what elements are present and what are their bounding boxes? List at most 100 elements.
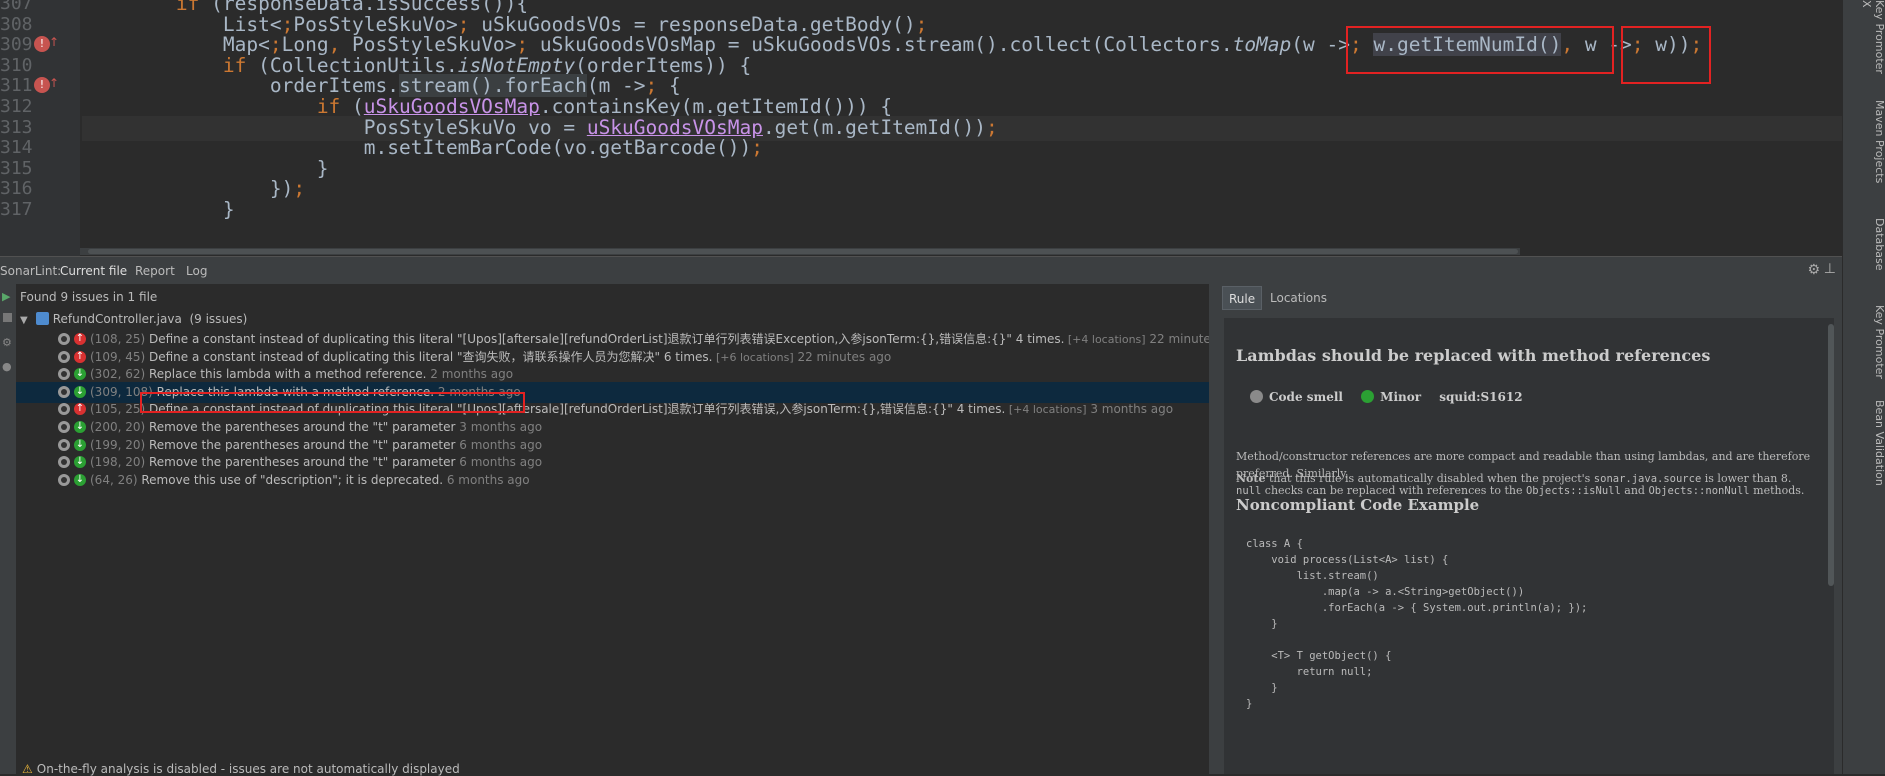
code-smell-icon — [58, 421, 70, 433]
issue-age: 2 months ago — [426, 367, 514, 382]
issue-message: Remove this use of "description"; it is … — [141, 472, 444, 487]
example-code-line: } — [1246, 618, 1278, 630]
rule-severity: Minor — [1380, 390, 1422, 404]
tab-database[interactable]: Database — [1843, 218, 1885, 288]
issue-message: Define a constant instead of duplicating… — [148, 349, 713, 364]
code-smell-icon — [58, 473, 70, 486]
code-editor[interactable]: 307308309310311312313314315316317!! if (… — [0, 0, 1842, 256]
rule-key: squid:S1612 — [1439, 390, 1523, 404]
filter-icon[interactable]: ● — [2, 360, 12, 373]
issues-panel: Found 9 issues in 1 file ▼ RefundControll… — [16, 284, 1243, 774]
rule-note: Note that this rule is automatically dis… — [1236, 472, 1792, 485]
example-code-line: } — [1246, 682, 1278, 694]
example-code-line: <T> T getObject() { — [1246, 650, 1392, 662]
minor-severity-icon: ↓ — [74, 385, 86, 398]
rule-scrollbar[interactable] — [1828, 324, 1834, 586]
minimize-icon[interactable]: ⊥ — [1824, 261, 1836, 277]
issue-age: 3 months ago — [455, 420, 543, 434]
tab-log[interactable]: Log — [186, 257, 207, 285]
code-line[interactable]: } — [82, 198, 235, 223]
highlight-box-issue — [140, 392, 525, 413]
issue-age: 22 minutes ago — [793, 349, 892, 364]
issue-row[interactable]: ↓ (64, 26) Remove this use of "descriptio… — [16, 470, 1214, 491]
example-code-line: void process(List<A> list) { — [1246, 554, 1449, 566]
tab-locations[interactable]: Locations — [1264, 286, 1333, 310]
highlight-box-key-mapper — [1346, 26, 1614, 74]
issue-location: (64, 26) — [90, 472, 142, 487]
code-smell-icon — [58, 385, 70, 398]
issue-age: 3 months ago — [1086, 402, 1174, 417]
issue-location: (108, 25) — [90, 332, 149, 346]
rule-panel: Rule Locations Lambdas should be replace… — [1214, 284, 1842, 774]
code-smell-icon — [58, 333, 70, 345]
minor-severity-icon: ↓ — [74, 456, 86, 469]
issue-message: Remove the parentheses around the "t" pa… — [148, 420, 456, 434]
issue-message: Replace this lambda with a method refere… — [148, 367, 427, 382]
noncompliant-code-example: class A { void process(List<A> list) { l… — [1246, 538, 1587, 714]
tab-report[interactable]: Report — [135, 257, 175, 285]
example-code-line: .forEach(a -> { System.out.println(a); }… — [1246, 602, 1588, 614]
right-tool-strip: Key Promoter X Maven Projects Database K… — [1842, 0, 1885, 774]
tab-key-promoter[interactable]: Key Promoter — [1843, 305, 1885, 385]
major-severity-icon: ↑ — [74, 333, 86, 345]
highlight-box-value-mapper — [1621, 26, 1711, 84]
gear-icon[interactable]: ⚙ — [1807, 262, 1820, 278]
editor-horizontal-scrollbar[interactable] — [80, 248, 1520, 255]
issue-age: 6 months ago — [455, 437, 543, 452]
tab-bean-validation[interactable]: Bean Validation — [1843, 400, 1885, 500]
sonarlint-toolbar: SonarLint: Current file Report Log ⚙ ⊥ — [0, 256, 1842, 286]
example-code-line: return null; — [1246, 666, 1373, 678]
issue-message: Define a constant instead of duplicating… — [148, 332, 1065, 346]
issue-message: Remove the parentheses around the "t" pa… — [148, 437, 456, 452]
minor-severity-icon: ↓ — [74, 438, 86, 451]
issue-location: (109, 45) — [90, 349, 149, 364]
section-heading: Noncompliant Code Example — [1236, 496, 1480, 514]
issue-location: (198, 20) — [90, 455, 149, 470]
issue-more-locations: [+4 locations] — [1064, 333, 1146, 346]
tab-key-promoter-x[interactable]: Key Promoter X — [1843, 0, 1885, 80]
sonar-issue-marker-icon[interactable]: ! — [34, 75, 59, 94]
example-code-line: list.stream() — [1246, 570, 1379, 582]
example-code-line: class A { — [1246, 538, 1303, 550]
stop-icon[interactable] — [3, 313, 12, 322]
major-severity-icon: ↑ — [74, 350, 86, 363]
code-smell-icon — [58, 403, 70, 416]
issue-age: 6 months ago — [443, 472, 530, 487]
file-node[interactable]: ▼ RefundController.java (9 issues) — [20, 312, 247, 326]
issue-location: (302, 62) — [90, 367, 149, 382]
rule-tags: Code smell Minor squid:S1612 — [1250, 390, 1537, 404]
code-smell-icon — [58, 350, 70, 363]
issue-more-locations: [+4 locations] — [1005, 403, 1087, 417]
issue-location: (200, 20) — [90, 420, 149, 434]
issue-message: Remove the parentheses around the "t" pa… — [148, 455, 456, 470]
issue-more-locations: [+6 locations] — [712, 350, 794, 364]
sonar-issue-marker-icon[interactable]: ! — [34, 34, 59, 53]
scrollbar-thumb[interactable] — [88, 249, 1518, 254]
example-code-line — [1246, 634, 1587, 650]
minor-severity-icon: ↓ — [74, 368, 86, 381]
tab-maven-projects[interactable]: Maven Projects — [1843, 100, 1885, 200]
major-severity-icon: ↑ — [74, 403, 86, 416]
editor-gutter: 307308309310311312313314315316317!! — [0, 0, 80, 256]
settings-icon[interactable]: ⚙ — [2, 336, 12, 349]
java-file-icon — [35, 312, 49, 325]
issue-location: (199, 20) — [90, 437, 149, 452]
rule-title: Lambdas should be replaced with method r… — [1236, 346, 1711, 365]
file-issue-count: (9 issues) — [189, 312, 248, 326]
minor-severity-icon: ↓ — [74, 473, 86, 486]
run-icon[interactable]: ▶ — [2, 290, 10, 303]
minor-severity-icon — [1361, 390, 1375, 403]
line-number: 317 — [0, 199, 33, 220]
minor-severity-icon: ↓ — [74, 421, 86, 433]
sonarlint-title: SonarLint: — [0, 264, 62, 278]
example-code-line: .map(a -> a.<String>getObject()) — [1246, 586, 1525, 598]
issue-age: 6 months ago — [455, 455, 543, 470]
code-smell-icon — [1250, 390, 1263, 403]
left-tool-column: ▶ ⚙ ● — [0, 284, 16, 774]
collapse-arrow-icon[interactable]: ▼ — [20, 315, 28, 326]
tab-current-file[interactable]: Current file — [60, 257, 127, 285]
example-code-line: } — [1246, 698, 1253, 710]
code-smell-icon — [58, 438, 70, 451]
tab-rule[interactable]: Rule — [1222, 286, 1263, 310]
issues-summary: Found 9 issues in 1 file — [20, 290, 158, 304]
